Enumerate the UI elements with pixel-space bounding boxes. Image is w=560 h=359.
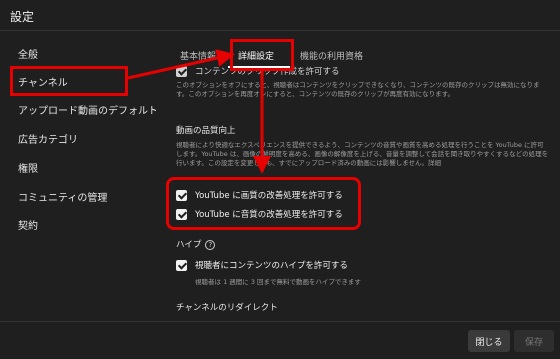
hype-section-title: ハイプ? <box>176 238 216 250</box>
sidebar-item-general[interactable]: 全般 <box>18 46 156 61</box>
quality-options-highlight-box <box>166 177 361 230</box>
sidebar-item-ad-category[interactable]: 広告カテゴリ <box>18 131 156 146</box>
hype-title-text: ハイプ <box>176 240 202 250</box>
sidebar-item-community[interactable]: コミュニティの管理 <box>18 189 156 204</box>
clip-description: このオプションをオフにすると、視聴者はコンテンツをクリップできなくなり、コンテン… <box>176 81 540 98</box>
advanced-tab-highlight-box <box>230 39 294 71</box>
hype-description: 視聴者は 1 週間に 3 回まで無料で動画をハイプできます <box>195 278 361 286</box>
settings-main: 基本情報 詳細設定 機能の利用資格 コンテンツのクリップ作成を許可する このオプ… <box>166 31 560 321</box>
footer-divider <box>0 321 560 322</box>
tab-feature-eligibility[interactable]: 機能の利用資格 <box>300 49 363 62</box>
sidebar-item-permissions[interactable]: 権限 <box>18 160 156 175</box>
window-title: 設定 <box>10 10 35 24</box>
quality-description: 視聴者により快適なエクスペリエンスを提供できるよう、コンテンツの音質や画質を高め… <box>176 141 549 167</box>
sidebar-item-upload-defaults[interactable]: アップロード動画のデフォルト設定 <box>18 102 156 117</box>
close-button[interactable]: 閉じる <box>468 330 510 352</box>
channel-highlight-box <box>10 66 128 96</box>
tab-basic-info[interactable]: 基本情報 <box>180 49 216 62</box>
help-icon[interactable]: ? <box>205 240 216 250</box>
redirect-section-title: チャンネルのリダイレクト <box>176 303 278 313</box>
save-button[interactable]: 保存 <box>514 330 554 352</box>
sidebar-item-agreements[interactable]: 契約 <box>18 217 156 232</box>
quality-section-title: 動画の品質向上 <box>176 126 236 136</box>
hype-label: 視聴者にコンテンツのハイプを許可する <box>195 261 348 271</box>
clip-checkbox[interactable] <box>176 65 187 77</box>
hype-row[interactable]: 視聴者にコンテンツのハイプを許可する <box>176 258 348 272</box>
hype-checkbox[interactable] <box>176 259 187 271</box>
